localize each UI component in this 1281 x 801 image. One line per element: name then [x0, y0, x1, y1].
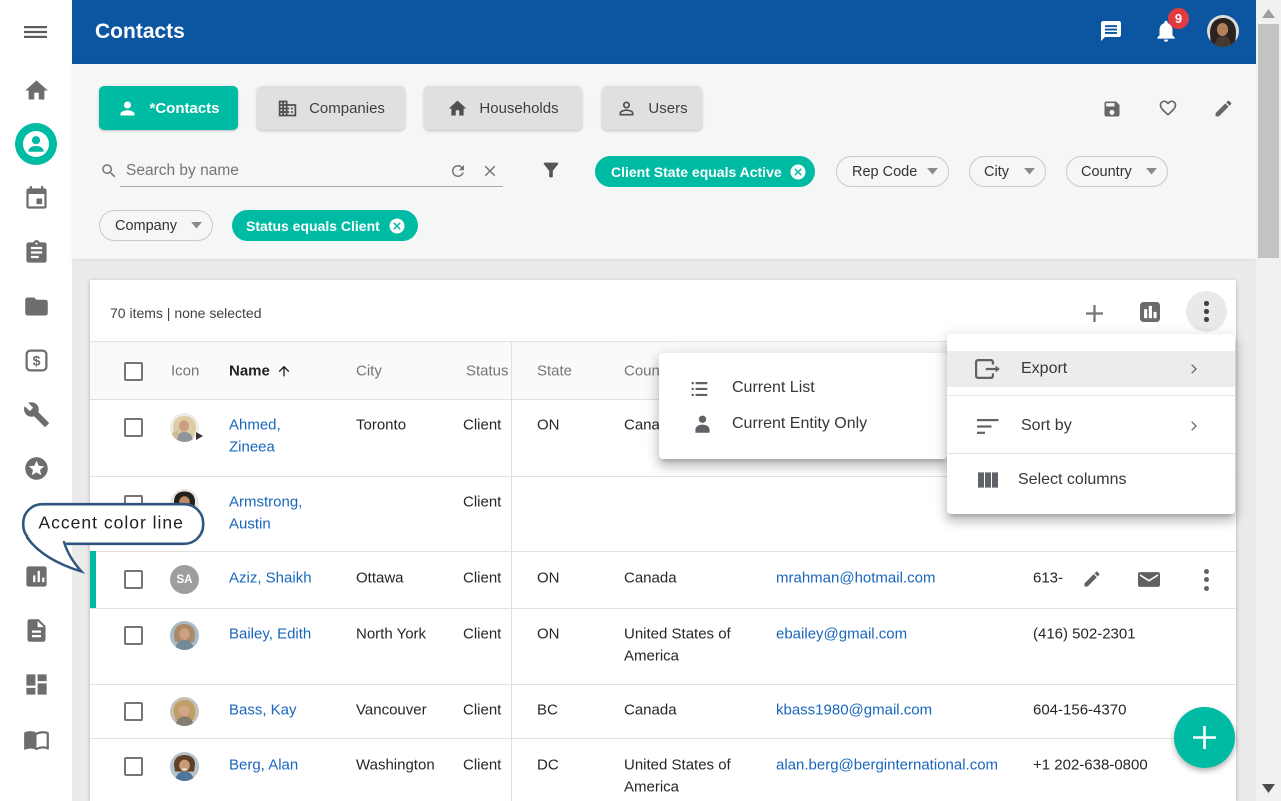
svg-text:$: $ — [32, 352, 40, 368]
